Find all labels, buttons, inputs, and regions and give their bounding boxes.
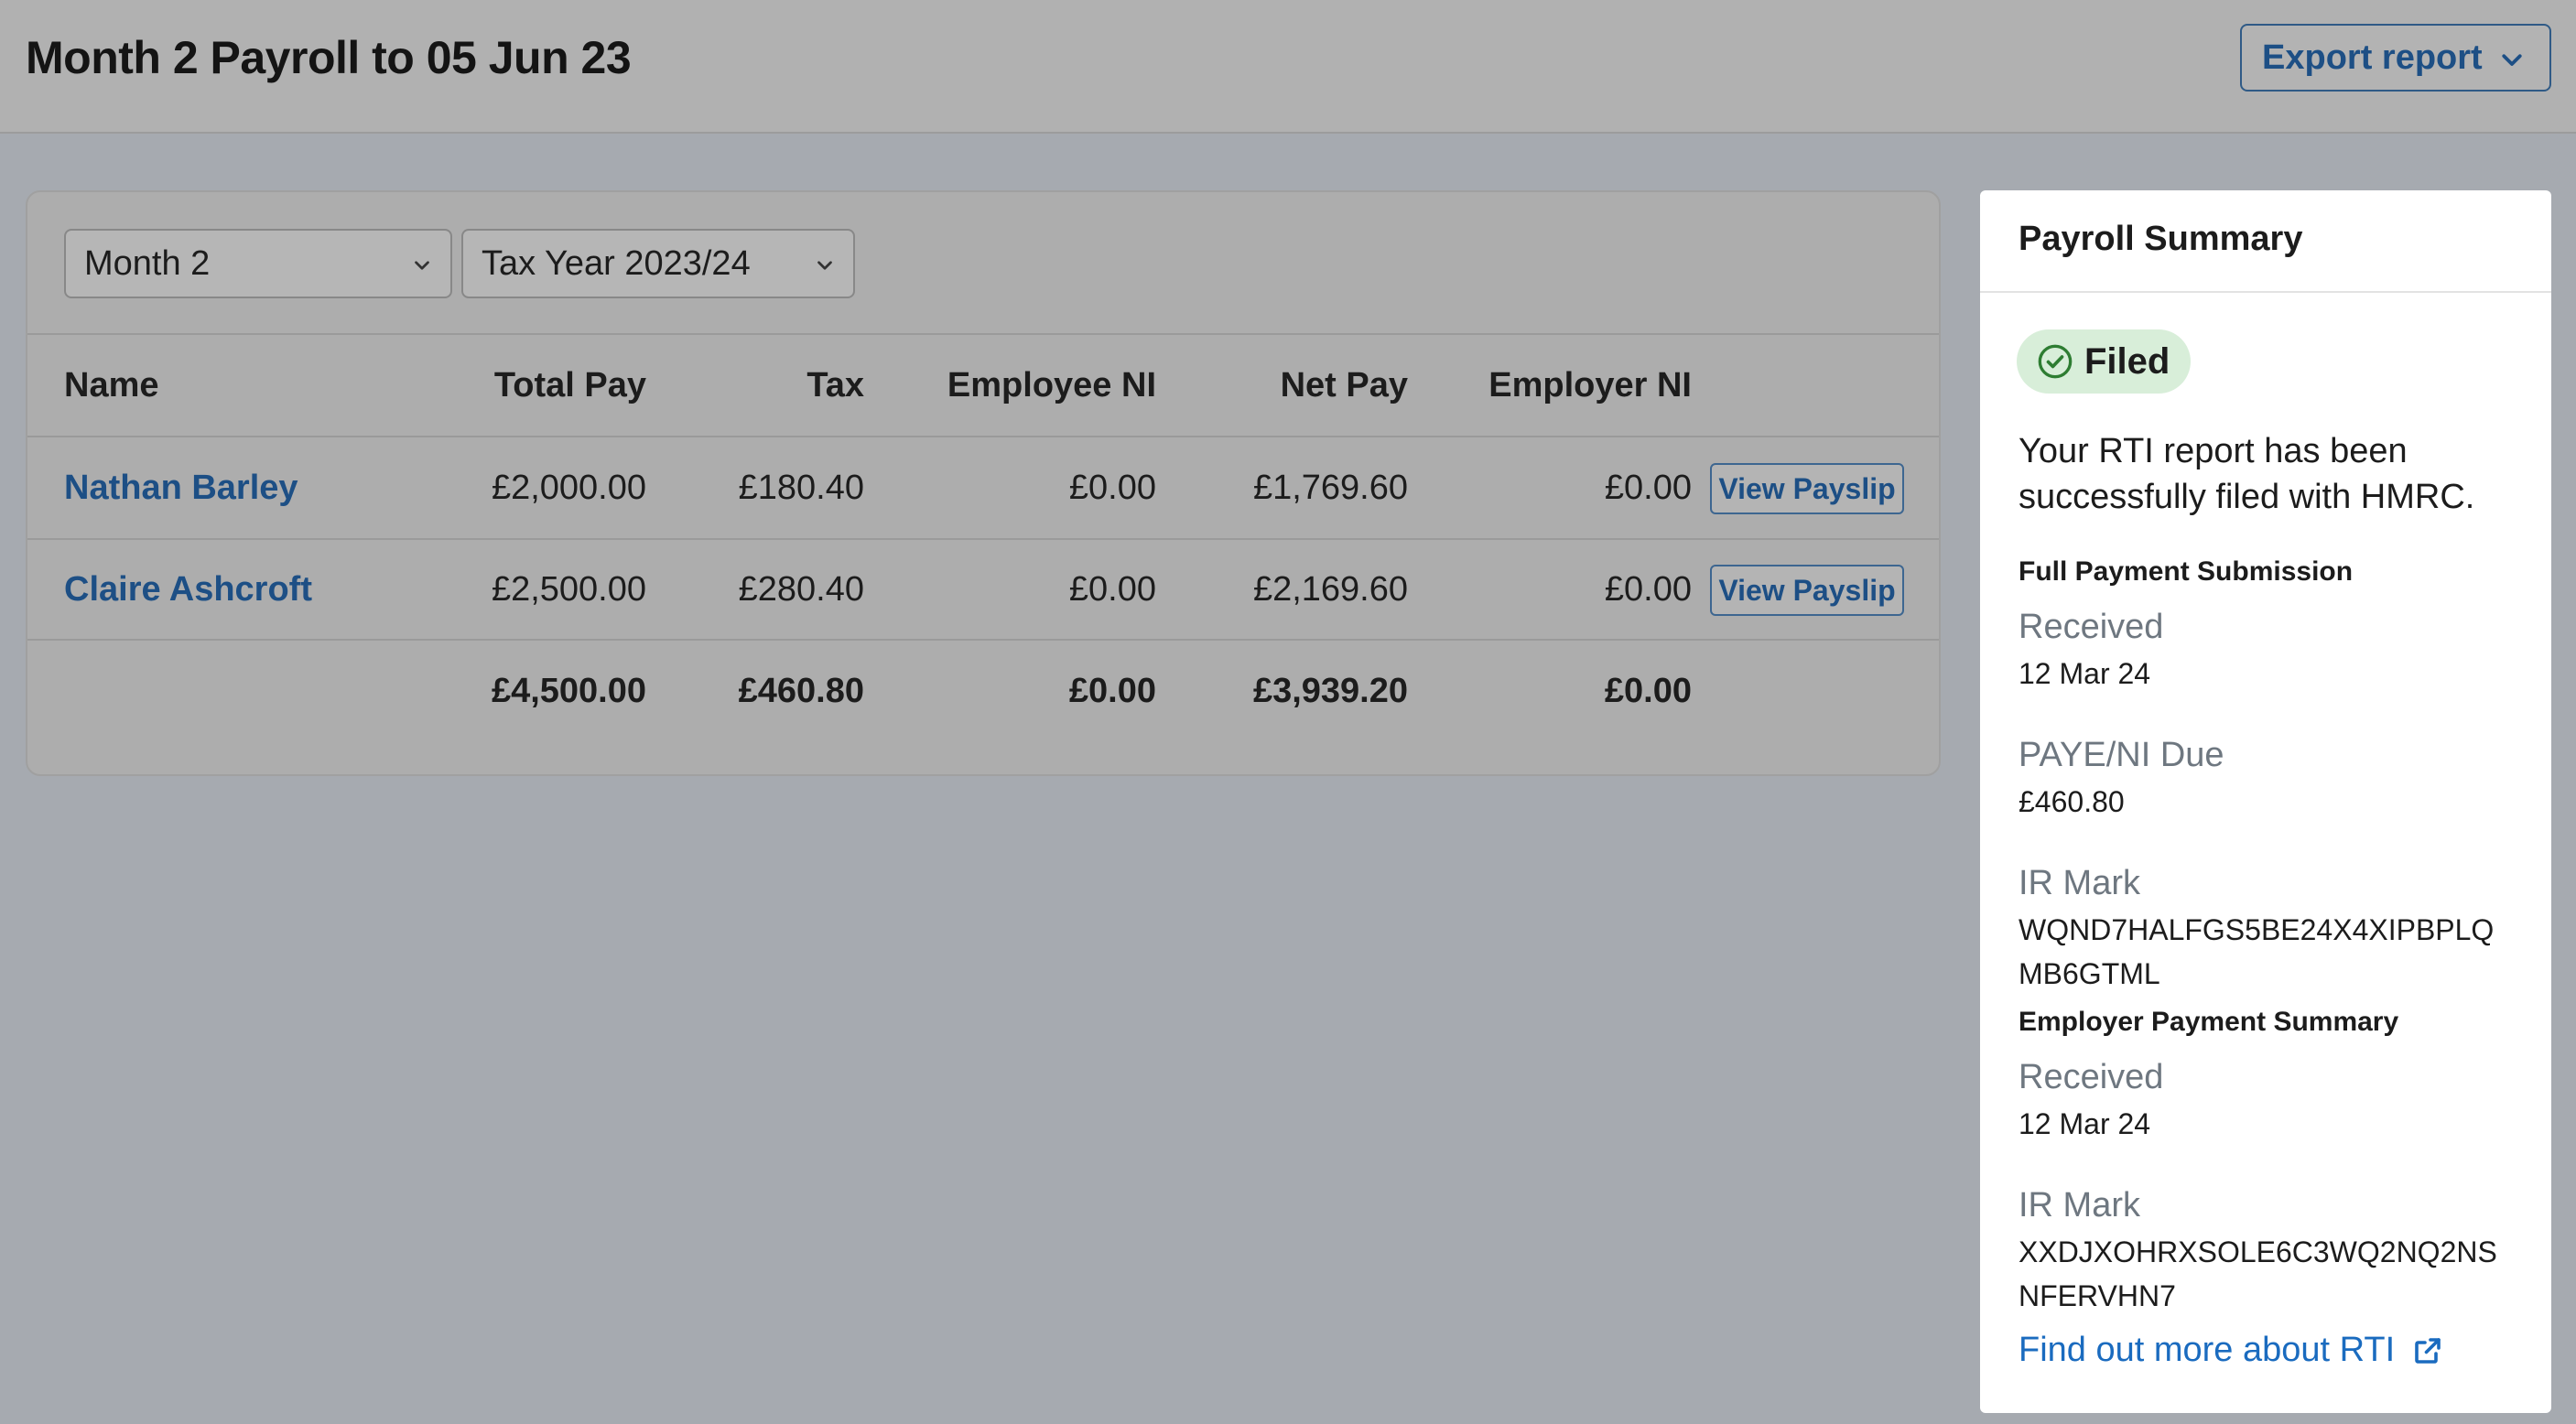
check-circle-icon xyxy=(2038,344,2073,379)
external-link-icon xyxy=(2415,1337,2441,1364)
month-select[interactable]: Month 2 xyxy=(64,229,452,298)
tax-cell: £180.40 xyxy=(738,469,864,507)
tax-total: £460.80 xyxy=(738,672,864,710)
top-bar: Month 2 Payroll to 05 Jun 23 Export repo… xyxy=(0,0,2576,134)
column-header-total-pay: Total Pay xyxy=(493,366,646,405)
employer-ni-cell: £0.00 xyxy=(1604,469,1692,507)
fps-due-value: £460.80 xyxy=(2019,785,2125,818)
column-header-name: Name xyxy=(64,366,159,405)
payroll-summary-panel: Payroll Summary Filed Your RTI report ha… xyxy=(1980,190,2551,1413)
fps-irmark-label: IR Mark xyxy=(2019,864,2140,902)
fps-due-label: PAYE/NI Due xyxy=(2019,736,2224,774)
employee-ni-cell: £0.00 xyxy=(1068,570,1156,609)
fps-heading: Full Payment Submission xyxy=(2019,556,2354,587)
chevron-down-icon xyxy=(415,261,429,270)
eps-heading: Employer Payment Summary xyxy=(2019,1007,2399,1037)
net-pay-cell: £2,169.60 xyxy=(1252,570,1408,609)
divider xyxy=(27,538,1939,540)
tax-year-select-value: Tax Year 2023/24 xyxy=(482,243,751,283)
view-payslip-button[interactable]: View Payslip xyxy=(1710,565,1904,616)
employer-ni-total: £0.00 xyxy=(1604,672,1692,710)
status-message-line: successfully filed with HMRC. xyxy=(2019,478,2475,516)
employee-ni-total: £0.00 xyxy=(1068,672,1156,710)
panel-title: Payroll Summary xyxy=(2019,220,2303,258)
divider xyxy=(27,333,1939,335)
column-header-net-pay: Net Pay xyxy=(1280,366,1408,405)
rti-info-link-label: Find out more about RTI xyxy=(2019,1331,2396,1369)
page-title: Month 2 Payroll to 05 Jun 23 xyxy=(26,32,632,83)
fps-received-value: 12 Mar 24 xyxy=(2019,657,2151,690)
total-pay-total: £4,500.00 xyxy=(491,672,646,710)
employee-name-link[interactable]: Claire Ashcroft xyxy=(64,570,312,610)
panel-header: Payroll Summary xyxy=(1980,190,2551,293)
tax-year-select[interactable]: Tax Year 2023/24 xyxy=(461,229,855,298)
view-payslip-button[interactable]: View Payslip xyxy=(1710,463,1904,514)
export-report-button[interactable]: Export report xyxy=(2240,24,2551,92)
payroll-table-card: Month 2 Tax Year 2023/24 Name Total Pay … xyxy=(26,190,1941,776)
eps-irmark-label: IR Mark xyxy=(2019,1186,2140,1224)
column-header-employee-ni: Employee NI xyxy=(947,366,1156,405)
eps-received-label: Received xyxy=(2019,1058,2164,1096)
eps-received-value: 12 Mar 24 xyxy=(2019,1107,2151,1140)
total-pay-cell: £2,500.00 xyxy=(491,570,646,609)
status-badge: Filed xyxy=(2017,329,2191,394)
net-pay-cell: £1,769.60 xyxy=(1252,469,1408,507)
fps-received-label: Received xyxy=(2019,608,2164,646)
tax-cell: £280.40 xyxy=(738,570,864,609)
eps-irmark-value: XXDJXOHRXSOLE6C3WQ2NQ2NS xyxy=(2019,1235,2497,1268)
employer-ni-cell: £0.00 xyxy=(1604,570,1692,609)
chevron-down-icon xyxy=(2502,54,2522,66)
column-header-tax: Tax xyxy=(806,366,864,405)
eps-irmark-value: NFERVHN7 xyxy=(2019,1279,2176,1312)
month-select-value: Month 2 xyxy=(84,243,211,283)
status-label: Filed xyxy=(2084,340,2170,382)
total-pay-cell: £2,000.00 xyxy=(491,469,646,507)
net-pay-total: £3,939.20 xyxy=(1252,672,1408,710)
rti-info-link[interactable]: Find out more about RTI xyxy=(2019,1331,2444,1370)
chevron-down-icon xyxy=(817,261,832,270)
column-header-employer-ni: Employer NI xyxy=(1488,366,1692,405)
export-report-label: Export report xyxy=(2262,38,2483,77)
status-message-line: Your RTI report has been xyxy=(2019,432,2408,470)
employee-name-link[interactable]: Nathan Barley xyxy=(64,469,298,508)
divider xyxy=(27,436,1939,437)
divider xyxy=(27,639,1939,641)
fps-irmark-value: MB6GTML xyxy=(2019,957,2160,990)
employee-ni-cell: £0.00 xyxy=(1068,469,1156,507)
fps-irmark-value: WQND7HALFGS5BE24X4XIPBPLQ xyxy=(2019,913,2495,946)
